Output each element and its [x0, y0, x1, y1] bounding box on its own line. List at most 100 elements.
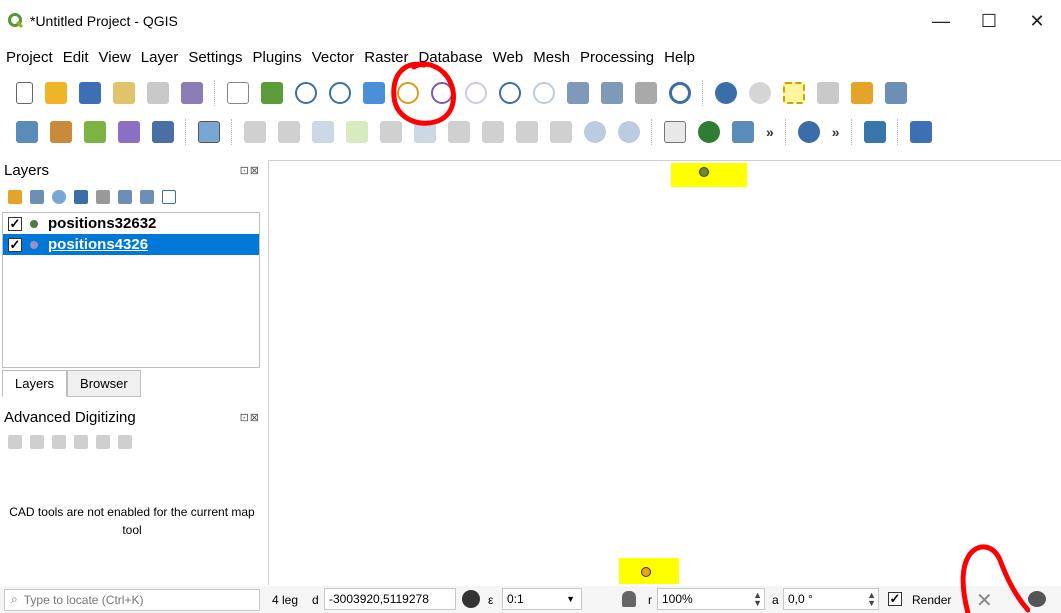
zoom-next-icon[interactable] [533, 82, 555, 104]
layer-labeling-icon[interactable] [664, 121, 686, 143]
python-console-icon[interactable] [863, 121, 886, 143]
toolbar-overflow-icon[interactable]: » [832, 124, 840, 140]
delete-selected-icon[interactable] [448, 121, 470, 143]
data-source-manager-icon[interactable] [16, 121, 38, 143]
zoom-to-layer-icon[interactable] [431, 82, 453, 104]
menu-edit[interactable]: Edit [63, 49, 89, 66]
locator-search-input[interactable]: ⌕ Type to locate (Ctrl+K) [4, 588, 260, 611]
map-canvas[interactable] [268, 160, 1061, 585]
copy-features-icon[interactable] [516, 121, 538, 143]
new-3d-map-view-icon[interactable] [601, 82, 623, 104]
zoom-out-icon[interactable] [329, 82, 351, 104]
identify-features-icon[interactable] [715, 82, 737, 104]
menu-raster[interactable]: Raster [364, 49, 408, 66]
toggle-editing-icon[interactable] [278, 121, 300, 143]
map-point-feature[interactable] [641, 567, 651, 577]
new-map-view-icon[interactable] [567, 82, 589, 104]
toggle-extents-icon[interactable] [462, 590, 480, 608]
menu-help[interactable]: Help [664, 49, 695, 66]
tab-layers[interactable]: Layers [2, 370, 68, 397]
remove-layer-icon[interactable] [162, 190, 176, 204]
bookmark-icon[interactable] [635, 82, 657, 104]
undo-icon[interactable] [584, 121, 606, 143]
menu-processing[interactable]: Processing [580, 49, 654, 66]
new-shapefile-layer-icon[interactable] [118, 121, 140, 143]
collapse-all-icon[interactable] [140, 190, 154, 204]
close-button[interactable]: ✕ [1013, 0, 1061, 42]
menu-view[interactable]: View [99, 49, 131, 66]
layer-item-positions4326[interactable]: ✓ positions4326 [3, 234, 259, 255]
maximize-button[interactable]: ☐ [965, 0, 1013, 42]
help-icon[interactable] [909, 121, 932, 143]
pan-to-selection-icon[interactable] [261, 82, 283, 104]
cad-settings-icon[interactable] [96, 435, 110, 449]
manage-themes-icon[interactable] [52, 190, 66, 204]
paste-features-icon[interactable] [550, 121, 572, 143]
menu-layer[interactable]: Layer [141, 49, 179, 66]
scale-combobox[interactable]: 0:1 ▼ [502, 588, 582, 610]
refresh-icon[interactable] [669, 82, 691, 104]
rotation-spinbox[interactable]: 0,0 ° ▲ ▼ [783, 588, 879, 610]
save-edits-icon[interactable] [312, 121, 334, 143]
add-vector-layer-icon[interactable] [84, 121, 106, 143]
modify-attributes-icon[interactable] [414, 121, 436, 143]
select-features-icon[interactable] [783, 82, 805, 104]
zoom-last-icon[interactable] [499, 82, 521, 104]
lock-scale-icon[interactable] [622, 591, 636, 607]
add-group-icon[interactable] [30, 190, 44, 204]
style-layer-icon[interactable] [8, 190, 22, 204]
menu-vector[interactable]: Vector [312, 49, 355, 66]
redo-icon[interactable] [618, 121, 640, 143]
add-delimited-text-layer-icon[interactable] [198, 121, 220, 143]
deselect-features-icon[interactable] [817, 82, 839, 104]
parallel-icon[interactable] [52, 435, 66, 449]
add-feature-icon[interactable] [346, 121, 368, 143]
pan-map-icon[interactable] [227, 82, 249, 104]
menu-settings[interactable]: Settings [188, 49, 242, 66]
render-checkbox[interactable]: ✓ [888, 592, 902, 606]
style-manager-icon[interactable] [181, 82, 203, 104]
expand-all-icon[interactable] [118, 190, 132, 204]
spinner-arrows-icon[interactable]: ▲ ▼ [867, 591, 876, 608]
layer-visibility-checkbox[interactable]: ✓ [8, 216, 22, 231]
filter-legend-icon[interactable] [74, 190, 88, 204]
filter-expression-icon[interactable] [96, 190, 110, 204]
minimize-button[interactable]: — [917, 0, 965, 42]
zoom-to-selection-icon[interactable] [397, 82, 419, 104]
map-point-feature[interactable] [699, 167, 709, 177]
open-project-icon[interactable] [45, 82, 67, 104]
coordinate-field[interactable]: -3003920,5119278 [324, 588, 456, 610]
statistical-summary-icon[interactable] [885, 82, 907, 104]
menu-plugins[interactable]: Plugins [253, 49, 302, 66]
zoom-full-extent-icon[interactable] [363, 82, 385, 104]
tab-browser[interactable]: Browser [67, 370, 141, 397]
perpendicular-icon[interactable] [74, 435, 88, 449]
construction-mode-icon[interactable] [30, 435, 44, 449]
enable-cad-icon[interactable] [8, 435, 22, 449]
current-edits-icon[interactable] [244, 121, 266, 143]
messages-icon[interactable] [1028, 591, 1046, 607]
panel-float-close-icon[interactable]: ⊡⊠ [240, 164, 260, 177]
vertex-tool-icon[interactable] [380, 121, 402, 143]
cut-features-icon[interactable] [482, 121, 504, 143]
layer-item-positions32632[interactable]: ✓ positions32632 [3, 213, 259, 234]
layer-diagram-icon[interactable] [698, 121, 720, 143]
spinner-arrows-icon[interactable]: ▲ ▼ [753, 591, 762, 608]
layout-manager-icon[interactable] [147, 82, 169, 104]
open-attribute-table-icon[interactable] [851, 82, 873, 104]
menu-database[interactable]: Database [418, 49, 482, 66]
layer-visibility-checkbox[interactable]: ✓ [8, 237, 22, 252]
toolbar-overflow-icon[interactable]: » [766, 124, 774, 140]
panel-float-close-icon[interactable]: ⊡⊠ [240, 411, 260, 424]
save-project-icon[interactable] [79, 82, 101, 104]
run-action-icon[interactable] [749, 82, 771, 104]
new-print-layout-icon[interactable] [113, 82, 135, 104]
new-project-icon[interactable] [16, 82, 33, 104]
add-spatialite-layer-icon[interactable] [152, 121, 174, 143]
zoom-in-icon[interactable] [295, 82, 317, 104]
menu-web[interactable]: Web [493, 49, 524, 66]
magnifier-spinbox[interactable]: 100% ▲ ▼ [657, 588, 765, 610]
menu-mesh[interactable]: Mesh [533, 49, 570, 66]
label-pin-icon[interactable] [732, 121, 754, 143]
menu-project[interactable]: Project [6, 49, 53, 66]
